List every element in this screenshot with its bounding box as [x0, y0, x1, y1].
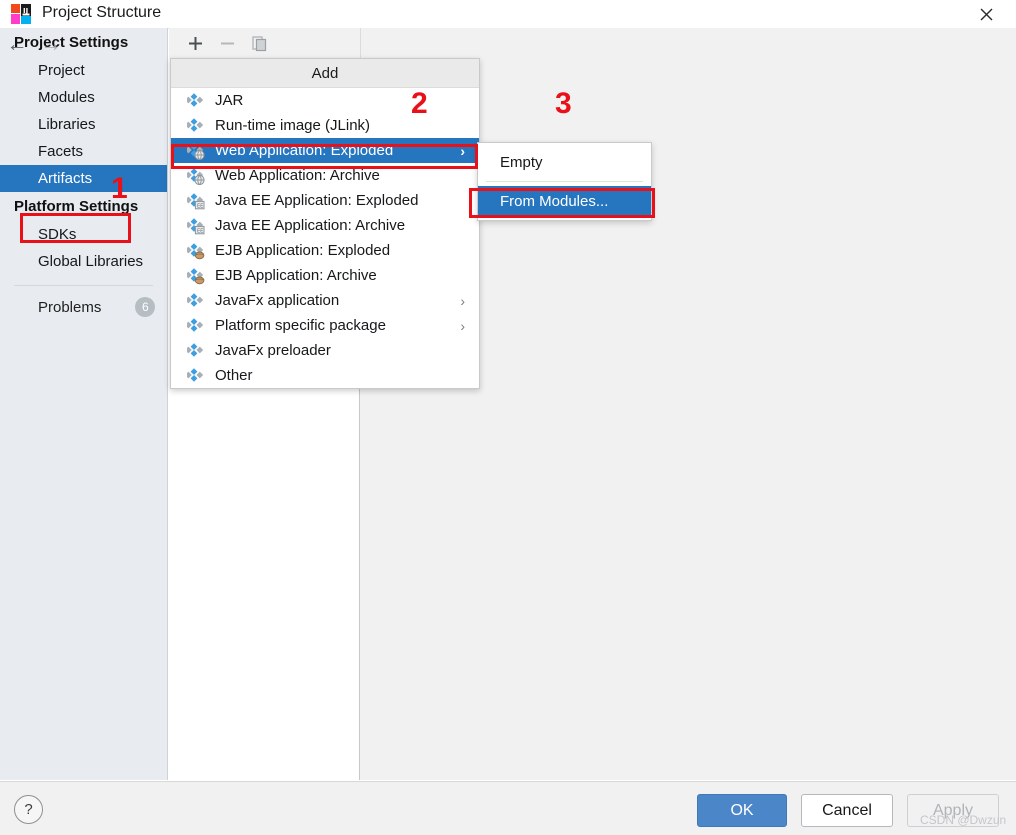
add-menu-item[interactable]: Run-time image (JLink) — [171, 113, 479, 138]
svg-text:EE: EE — [197, 228, 203, 234]
sidebar-item-sdks[interactable]: SDKs — [0, 221, 167, 248]
artifact-web-exploded-icon — [185, 141, 205, 160]
add-menu-item-label: Other — [215, 367, 253, 384]
sidebar-item-facets[interactable]: Facets — [0, 138, 167, 165]
arrow-right-icon[interactable]: → — [34, 34, 68, 55]
sidebar-group-platform-settings: Platform Settings — [14, 198, 139, 215]
add-menu-item-label: Web Application: Archive — [215, 167, 380, 184]
artifact-ejb-archive-icon — [185, 266, 205, 284]
add-menu-item[interactable]: JavaFx preloader — [171, 338, 479, 363]
watermark: CSDN @Dwzun — [920, 813, 1007, 827]
minus-icon[interactable] — [211, 31, 243, 57]
chevron-right-icon: › — [460, 292, 465, 309]
add-menu-item[interactable]: Platform specific package › — [171, 313, 479, 338]
add-menu-item-label: Java EE Application: Archive — [215, 217, 406, 234]
sidebar-divider — [14, 285, 153, 286]
title-bar: IJ Project Structure — [0, 0, 1016, 29]
artifact-javafx-preloader-icon — [185, 341, 205, 359]
sidebar-item-global-libraries[interactable]: Global Libraries — [0, 248, 167, 275]
artifact-platform-package-icon — [185, 316, 205, 334]
dialog-footer: ? OK Cancel Apply — [0, 781, 1016, 835]
add-artifact-menu: Add JAR Run-time image (JLink) Web Applica… — [170, 58, 480, 389]
copy-icon[interactable] — [243, 31, 275, 57]
close-icon[interactable] — [964, 0, 1008, 28]
window-title: Project Structure — [42, 4, 162, 21]
cancel-button[interactable]: Cancel — [801, 794, 893, 827]
sidebar-item-artifacts[interactable]: Artifacts — [0, 165, 167, 192]
artifact-jar-icon — [185, 91, 205, 109]
arrow-left-icon[interactable]: ← — [0, 34, 34, 55]
problems-count-badge: 6 — [135, 297, 156, 317]
artifact-javaee-archive-icon: EE — [185, 216, 205, 234]
add-menu-item[interactable]: EE Java EE Application: Exploded — [171, 188, 479, 213]
sidebar-item-problems-label: Problems — [38, 298, 102, 316]
annotation-number-1: 1 — [111, 172, 128, 205]
submenu-divider — [486, 181, 643, 182]
add-menu-item-label: EJB Application: Archive — [215, 267, 377, 284]
sidebar-item-project[interactable]: Project — [0, 57, 167, 84]
navigation-arrows: ← → — [0, 28, 168, 60]
svg-text:EE: EE — [197, 203, 203, 209]
submenu-item-from-modules[interactable]: From Modules... — [478, 186, 651, 216]
artifact-javafx-icon — [185, 291, 205, 309]
artifact-web-archive-icon — [185, 166, 205, 185]
add-menu-item-label: EJB Application: Exploded — [215, 242, 391, 259]
sidebar: ← → Project Settings Project Modules Lib… — [0, 28, 168, 780]
ok-button[interactable]: OK — [697, 794, 787, 827]
add-menu-title: Add — [171, 59, 479, 88]
sidebar-item-modules[interactable]: Modules — [0, 84, 167, 111]
help-button[interactable]: ? — [14, 795, 43, 824]
add-menu-item[interactable]: Web Application: Archive — [171, 163, 479, 188]
artifacts-toolbar — [169, 28, 361, 59]
add-menu-item-label: Platform specific package — [215, 317, 386, 334]
artifact-javaee-exploded-icon: EE — [185, 191, 205, 209]
add-menu-item-label: Run-time image (JLink) — [215, 117, 371, 134]
submenu-item-empty[interactable]: Empty — [478, 147, 651, 177]
add-menu-item-label: Web Application: Exploded — [215, 142, 394, 159]
sidebar-item-problems[interactable]: Problems 6 — [0, 292, 167, 322]
add-menu-item[interactable]: EJB Application: Archive — [171, 263, 479, 288]
sidebar-item-libraries[interactable]: Libraries — [0, 111, 167, 138]
web-application-exploded-submenu: Empty From Modules... — [477, 142, 652, 221]
plus-icon[interactable] — [179, 31, 211, 57]
add-menu-item[interactable]: JAR — [171, 88, 479, 113]
add-menu-item[interactable]: EJB Application: Exploded — [171, 238, 479, 263]
add-menu-item[interactable]: Web Application: Exploded › — [171, 138, 479, 163]
add-menu-item-label: JavaFx preloader — [215, 342, 331, 359]
artifact-other-icon — [185, 366, 205, 384]
intellij-idea-logo: IJ — [10, 3, 32, 25]
add-menu-item[interactable]: EE Java EE Application: Archive — [171, 213, 479, 238]
artifact-ejb-exploded-icon — [185, 241, 205, 259]
add-menu-item[interactable]: Other — [171, 363, 479, 388]
artifact-runtime-image-icon — [185, 116, 205, 134]
add-menu-item-label: Java EE Application: Exploded — [215, 192, 419, 209]
annotation-number-3: 3 — [555, 87, 572, 120]
add-menu-item-label: JavaFx application — [215, 292, 340, 309]
add-menu-item-label: JAR — [215, 92, 244, 109]
chevron-right-icon: › — [460, 317, 465, 334]
add-menu-item[interactable]: JavaFx application › — [171, 288, 479, 313]
annotation-number-2: 2 — [411, 87, 428, 120]
chevron-right-icon: › — [460, 142, 465, 159]
